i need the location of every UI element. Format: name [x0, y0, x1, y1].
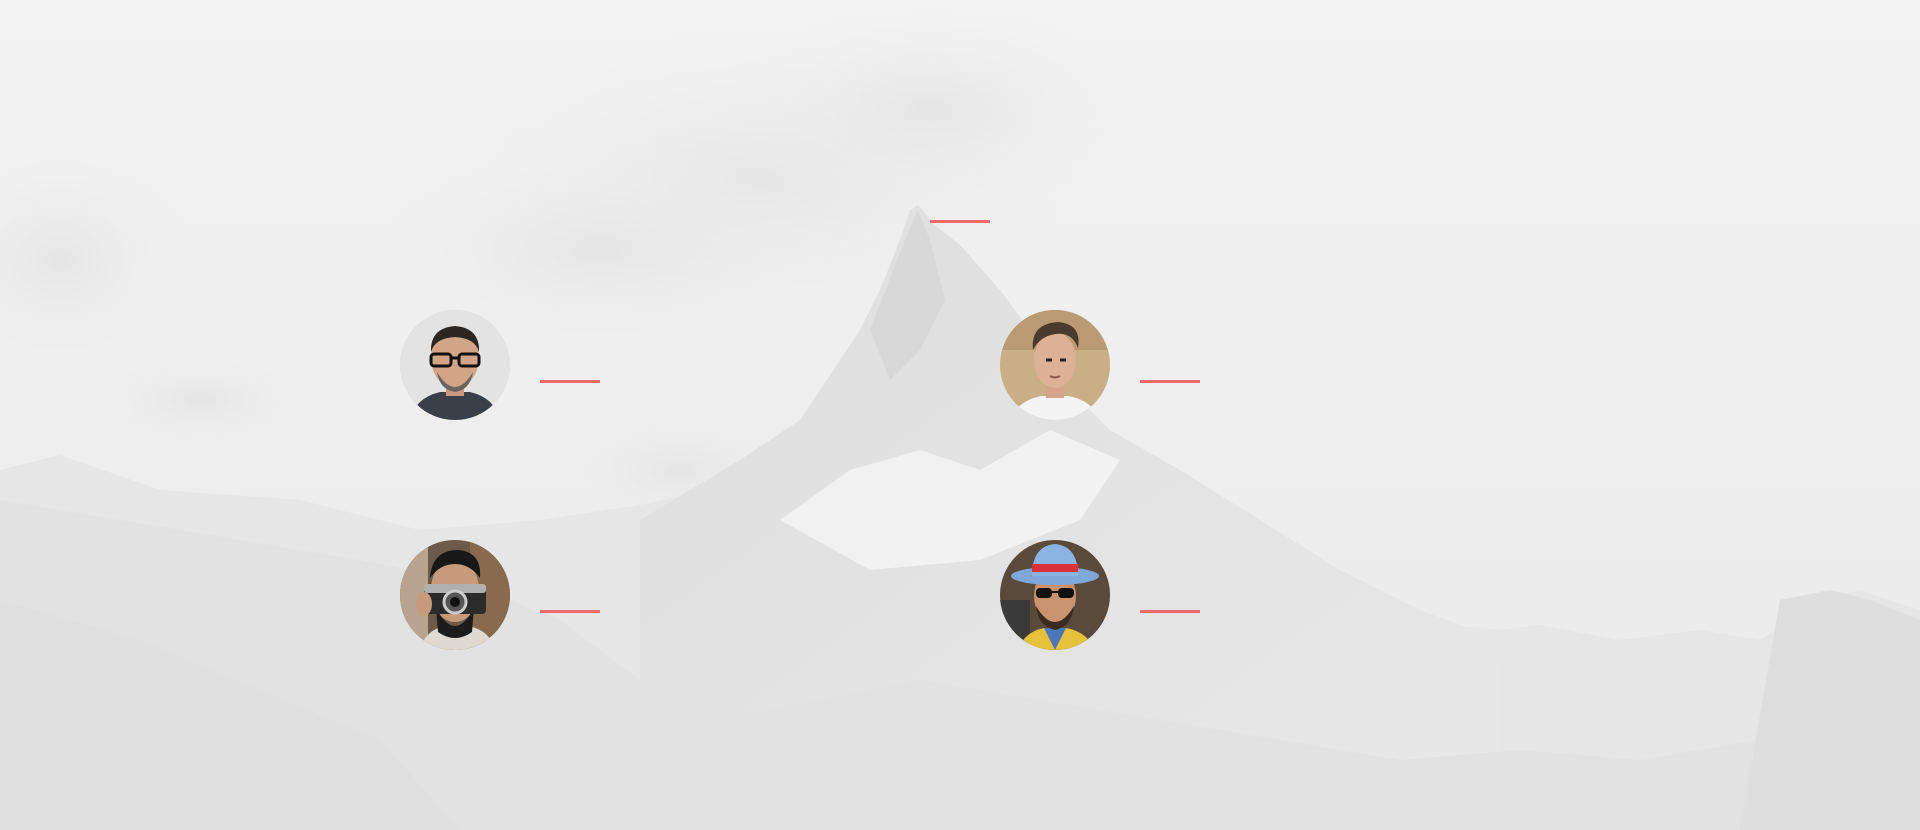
team-member-3-divider	[540, 610, 600, 613]
team-member-2-divider	[1140, 380, 1200, 383]
man-with-hat-sunglasses-avatar-icon	[1000, 540, 1110, 650]
man-with-camera-avatar-icon	[400, 540, 510, 650]
team-member-3-avatar[interactable]	[400, 540, 510, 650]
team-member-1-avatar[interactable]	[400, 310, 510, 420]
young-man-avatar-icon	[1000, 310, 1110, 420]
mountain-background-image	[0, 0, 1920, 830]
team-member-2-avatar[interactable]	[1000, 310, 1110, 420]
team-member-4-avatar[interactable]	[1000, 540, 1110, 650]
team-member-1-divider	[540, 380, 600, 383]
man-with-glasses-avatar-icon	[400, 310, 510, 420]
team-section	[0, 0, 1920, 830]
section-title-underline	[930, 220, 990, 223]
team-member-4-divider	[1140, 610, 1200, 613]
